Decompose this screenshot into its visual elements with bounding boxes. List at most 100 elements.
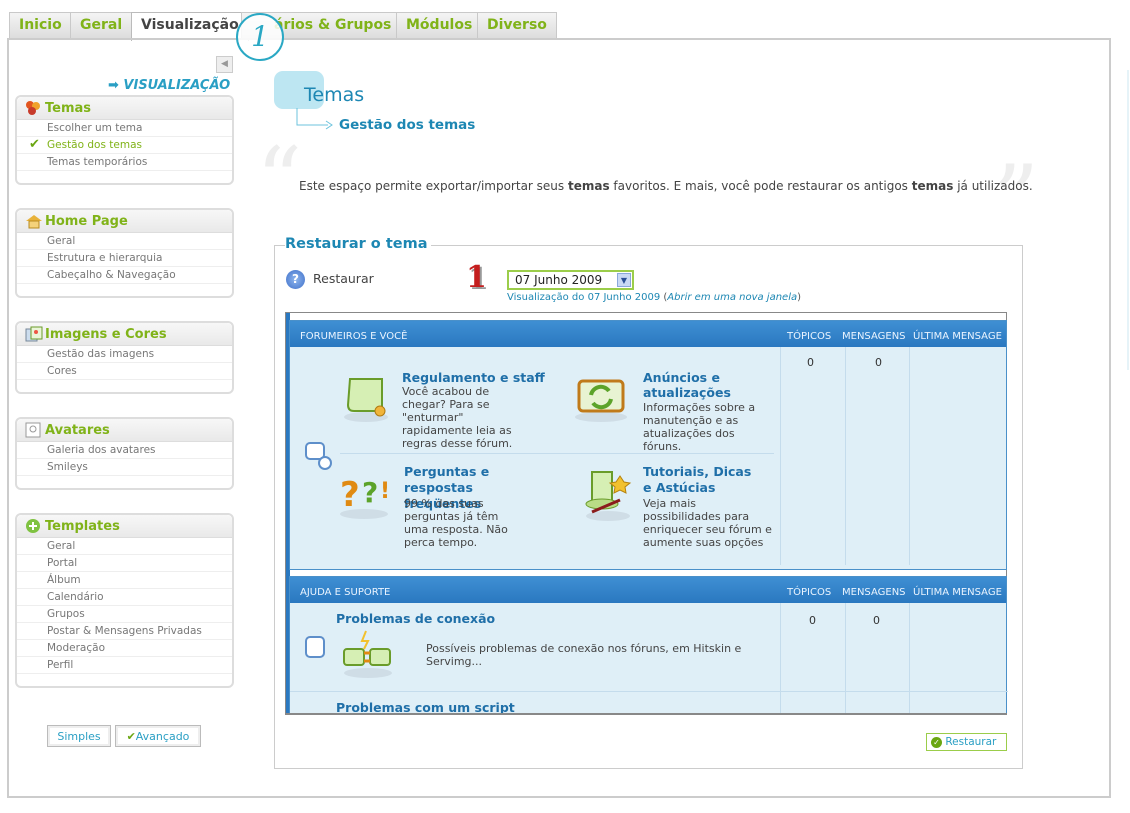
col-divider xyxy=(845,603,846,715)
sidebar-item-smileys[interactable]: Smileys xyxy=(17,459,232,476)
posts-count: 0 xyxy=(875,356,882,369)
forum-link-conexao[interactable]: Problemas de conexão xyxy=(336,611,495,626)
sidebar-homepage-title: Home Page xyxy=(45,213,128,229)
restore-title: Restaurar o tema xyxy=(285,236,432,252)
topics-count: 0 xyxy=(809,614,816,627)
forum-desc-tutoriais: Veja mais possibilidades para enriquecer… xyxy=(643,497,772,549)
sidebar-item-cores[interactable]: Cores xyxy=(17,363,232,380)
plug-icon xyxy=(338,627,398,682)
col-divider xyxy=(780,347,781,565)
row-divider xyxy=(340,453,774,454)
col-divider xyxy=(845,347,846,565)
help-icon[interactable]: ? xyxy=(286,270,305,289)
tab-diverso[interactable]: Diverso xyxy=(477,12,557,39)
col-topics: TÓPICOS xyxy=(787,587,832,598)
preview-line: Visualização do 07 Junho 2009 (Abrir em … xyxy=(507,292,801,303)
sidebar-templates: Templates Geral Portal Álbum Calendário … xyxy=(15,513,234,688)
sidebar-item-tpl-album[interactable]: Álbum xyxy=(17,572,232,589)
chevron-down-icon: ▼ xyxy=(617,273,631,287)
sidebar-item-gestao-imagens[interactable]: Gestão das imagens xyxy=(17,346,232,363)
forum-desc-conexao: Possíveis problemas de conexão nos fórun… xyxy=(426,642,742,668)
sidebar-item-tpl-moderacao[interactable]: Moderação xyxy=(17,640,232,657)
col-divider xyxy=(909,603,910,715)
sidebar-item-home-geral[interactable]: Geral xyxy=(17,233,232,250)
sidebar-item-tpl-perfil[interactable]: Perfil xyxy=(17,657,232,674)
forum-status-icon-small xyxy=(318,456,332,470)
sidebar-item-tpl-postar[interactable]: Postar & Mensagens Privadas xyxy=(17,623,232,640)
checkmark-icon: ✔ xyxy=(126,730,136,743)
palette-icon xyxy=(25,100,41,116)
svg-text:?: ? xyxy=(340,475,360,515)
sidebar-item-cabecalho[interactable]: Cabeçalho & Navegação xyxy=(17,267,232,284)
restore-label: Restaurar xyxy=(313,271,374,286)
sidebar-item-temas-temporarios[interactable]: Temas temporários xyxy=(17,154,232,171)
scroll-icon xyxy=(340,373,394,426)
sidebar-temas-title: Temas xyxy=(45,100,92,116)
avatar-icon xyxy=(25,422,41,438)
forum-category-1: FORUMEIROS E VOCÊ TÓPICOS MENSAGENS ÚLTIMA … xyxy=(289,320,1007,570)
col-last: ÚLTIMA MENSAGE xyxy=(913,587,1002,598)
sidebar-item-gestao-temas[interactable]: ✔ Gestão dos temas xyxy=(17,137,232,154)
intro-bold: temas xyxy=(567,179,610,193)
sidebar-homepage: Home Page Geral Estrutura e hierarquia C… xyxy=(15,208,234,298)
preview-link[interactable]: Visualização do 07 Junho 2009 xyxy=(507,292,660,303)
sidebar-temas: Temas Escolher um tema ✔ Gestão dos temas… xyxy=(15,95,234,185)
magic-hat-icon xyxy=(580,466,638,525)
sidebar-item-label: Gestão dos temas xyxy=(47,139,142,151)
restore-button[interactable]: ✓ Restaurar xyxy=(926,733,1007,751)
tab-visualizacao[interactable]: Visualização xyxy=(131,12,249,41)
sidebar-item-tpl-calendario[interactable]: Calendário xyxy=(17,589,232,606)
col-divider xyxy=(909,347,910,565)
checkmark-icon: ✔ xyxy=(29,137,40,152)
col-last: ÚLTIMA MENSAGE xyxy=(913,331,1002,342)
intro-bold: temas xyxy=(911,179,954,193)
subtitle-arrow xyxy=(296,108,333,130)
restore-button-label: Restaurar xyxy=(945,736,997,748)
sidebar-item-tpl-geral[interactable]: Geral xyxy=(17,538,232,555)
callout-one: 1 xyxy=(236,13,284,61)
sidebar-item-escolher-tema[interactable]: Escolher um tema xyxy=(17,120,232,137)
tab-geral[interactable]: Geral xyxy=(70,12,133,39)
sidebar-avatares-title: Avatares xyxy=(45,422,110,438)
sidebar-imagens-title: Imagens e Cores xyxy=(45,326,167,342)
forum-desc-anuncios: Informações sobre a manutenção e as atua… xyxy=(643,401,756,453)
home-icon xyxy=(25,213,42,229)
col-posts: MENSAGENS xyxy=(842,587,906,598)
page-title: Temas xyxy=(304,84,365,106)
images-icon xyxy=(25,326,43,342)
forum-desc-perguntas: 99 % das suas perguntas já têm uma respo… xyxy=(404,497,508,549)
advanced-mode-label: Avançado xyxy=(135,730,190,743)
sidebar-item-estrutura[interactable]: Estrutura e hierarquia xyxy=(17,250,232,267)
forum-link-tutoriais[interactable]: Tutoriais, Dicas e Astúcias xyxy=(643,464,763,496)
collapse-sidebar-button[interactable]: ◀ xyxy=(216,56,233,73)
tab-inicio[interactable]: Inicio xyxy=(9,12,72,39)
simple-mode-button[interactable]: Simples xyxy=(47,725,111,747)
posts-count: 0 xyxy=(873,614,880,627)
open-quote-icon: “ xyxy=(256,128,303,233)
sidebar-item-tpl-portal[interactable]: Portal xyxy=(17,555,232,572)
refresh-icon xyxy=(571,373,633,426)
intro-text: já utilizados. xyxy=(953,179,1033,193)
sidebar-item-tpl-grupos[interactable]: Grupos xyxy=(17,606,232,623)
row-divider xyxy=(290,691,1008,692)
sidebar-item-galeria-avatares[interactable]: Galeria dos avatares xyxy=(17,442,232,459)
svg-text:!: ! xyxy=(380,479,390,504)
date-select[interactable]: 07 Junho 2009 ▼ xyxy=(507,270,634,290)
advanced-mode-button[interactable]: ✔Avançado xyxy=(115,725,201,747)
check-circle-icon: ✓ xyxy=(931,736,942,748)
col-posts: MENSAGENS xyxy=(842,331,906,342)
new-window-link[interactable]: Abrir em uma nova janela xyxy=(667,292,797,303)
page-intro: Este espaço permite exportar/importar se… xyxy=(299,179,1033,193)
col-topics: TÓPICOS xyxy=(787,331,832,342)
page-subtitle: Gestão dos temas xyxy=(339,117,476,133)
date-select-value: 07 Junho 2009 xyxy=(515,273,603,287)
preview-bottom-mask xyxy=(285,713,1007,715)
tab-modulos[interactable]: Módulos xyxy=(396,12,483,39)
plus-icon xyxy=(25,518,41,534)
sidebar-imagens: Imagens e Cores Gestão das imagens Cores xyxy=(15,321,234,394)
sidebar-templates-title: Templates xyxy=(45,518,120,534)
intro-text: Este espaço permite exportar/importar se… xyxy=(299,179,568,193)
forum-category-2: AJUDA E SUPORTE TÓPICOS MENSAGENS ÚLTIMA ME… xyxy=(289,576,1008,715)
forum-link-regulamento[interactable]: Regulamento e staff xyxy=(402,370,545,385)
forum-link-anuncios[interactable]: Anúncios e atualizações xyxy=(643,370,753,400)
